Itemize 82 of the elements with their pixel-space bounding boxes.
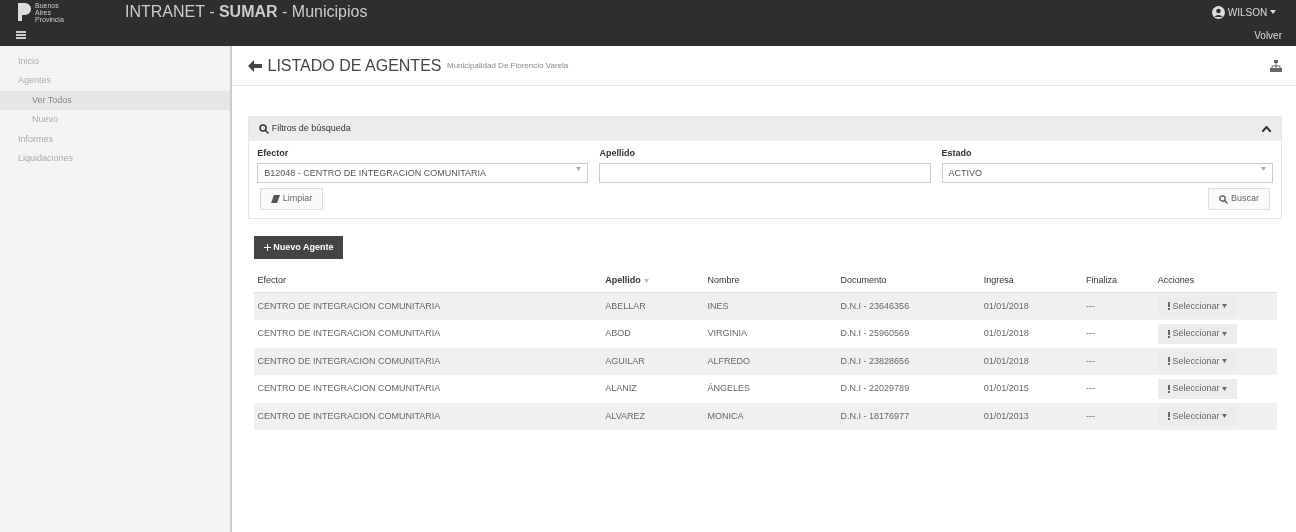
- table-cell: D.N.I - 23828656: [840, 355, 910, 366]
- back-arrow-icon[interactable]: [248, 59, 262, 72]
- kebab-icon: [1167, 302, 1170, 311]
- new-agent-button[interactable]: Nuevo Agente: [253, 235, 344, 259]
- kebab-icon: [1167, 357, 1170, 366]
- plus-icon: [263, 243, 271, 251]
- search-icon: [1219, 194, 1229, 204]
- sort-icon: [643, 278, 649, 283]
- column-header: Nombre: [707, 274, 740, 287]
- caret-icon: [1222, 359, 1228, 364]
- kebab-icon: [1167, 384, 1170, 393]
- table-cell: CENTRO DE INTEGRACION COMUNITARIA: [257, 328, 441, 338]
- field-label: Apellido: [599, 146, 636, 160]
- field-label: Estado: [941, 146, 973, 160]
- table-cell: INES: [707, 300, 729, 311]
- field-label: Efector: [257, 146, 290, 160]
- column-header: Acciones: [1157, 274, 1195, 287]
- table-cell: CENTRO DE INTEGRACION COMUNITARIA: [257, 410, 441, 421]
- table-cell: ---: [1086, 410, 1096, 421]
- search-icon: [259, 124, 269, 134]
- table-cell: ---: [1086, 328, 1096, 338]
- table-cell: 01/01/2018: [983, 355, 1029, 366]
- table-cell: CENTRO DE INTEGRACION COMUNITARIA: [257, 383, 441, 393]
- menu-icon[interactable]: [16, 31, 26, 39]
- logo-icon: [16, 1, 32, 23]
- page-title: LISTADO DE AGENTES: [267, 55, 442, 76]
- column-header: Ingresa: [983, 274, 1014, 287]
- table-cell: 01/01/2013: [983, 410, 1029, 421]
- user-menu[interactable]: WILSON: [1206, 3, 1282, 21]
- table-cell: ---: [1086, 355, 1096, 366]
- select-dropdown-button[interactable]: Seleccionar: [1157, 324, 1238, 344]
- select-field[interactable]: ACTIVO: [941, 162, 1273, 183]
- app-title: INTRANET - SUMAR - Municipios: [125, 2, 368, 22]
- table-cell: 01/01/2015: [983, 383, 1029, 393]
- table-cell: D.N.I - 23646356: [840, 300, 910, 311]
- column-header: Efector: [257, 274, 286, 287]
- table-cell: ABOD: [605, 328, 631, 338]
- table-cell: ALVAREZ: [605, 410, 645, 421]
- table-cell: CENTRO DE INTEGRACION COMUNITARIA: [257, 300, 441, 311]
- table-cell: ALFREDO: [707, 355, 751, 366]
- table-cell: D.N.I - 18176977: [840, 410, 910, 421]
- sitemap-icon: [1270, 59, 1282, 72]
- table-cell: ALANIZ: [605, 383, 637, 393]
- caret-icon: [1270, 10, 1276, 14]
- sidebar-subitem[interactable]: Ver Todos: [0, 90, 230, 110]
- kebab-icon: [1167, 412, 1170, 421]
- input-field[interactable]: [599, 162, 931, 183]
- caret-icon: [1222, 414, 1228, 419]
- filter-header[interactable]: Filtros de búsqueda: [249, 117, 1281, 141]
- table-cell: 01/01/2018: [983, 328, 1029, 338]
- select-dropdown-button[interactable]: Seleccionar: [1157, 379, 1238, 399]
- caret-icon: [1260, 166, 1266, 171]
- clear-button[interactable]: Limpiar: [260, 188, 324, 210]
- column-header: Finaliza: [1086, 274, 1118, 287]
- table-cell: D.N.I - 25960569: [840, 328, 910, 338]
- column-header: Documento: [840, 274, 887, 287]
- table-cell: ---: [1086, 383, 1096, 393]
- caret-icon: [1222, 304, 1228, 309]
- table-cell: D.N.I - 22029789: [840, 383, 910, 393]
- table-cell: ---: [1086, 300, 1096, 311]
- back-link[interactable]: Volver: [1254, 27, 1282, 43]
- page-subtitle: Municipalidad De Florencio Varela: [446, 59, 569, 72]
- select-dropdown-button[interactable]: Seleccionar: [1157, 351, 1238, 371]
- caret-icon: [1222, 386, 1228, 391]
- eraser-icon: [271, 195, 280, 203]
- search-button[interactable]: Buscar: [1208, 188, 1270, 210]
- table-cell: ÁNGELES: [707, 383, 751, 393]
- select-dropdown-button[interactable]: Seleccionar: [1157, 406, 1238, 426]
- table-cell: MONICA: [707, 410, 744, 421]
- caret-icon: [576, 166, 582, 171]
- column-header: Apellido: [605, 274, 649, 288]
- user-icon: [1212, 5, 1226, 19]
- kebab-icon: [1167, 329, 1170, 338]
- table-cell: AGUILAR: [605, 355, 645, 366]
- table-cell: VIRGINIA: [707, 328, 748, 338]
- select-dropdown-button[interactable]: Seleccionar: [1157, 296, 1238, 316]
- table-cell: CENTRO DE INTEGRACION COMUNITARIA: [257, 355, 441, 366]
- select-field[interactable]: B12048 - CENTRO DE INTEGRACION COMUNITARIA: [257, 162, 589, 183]
- table-cell: 01/01/2018: [983, 300, 1029, 311]
- table-cell: ABELLAR: [605, 300, 646, 311]
- caret-icon: [1222, 331, 1228, 336]
- filter-title: Filtros de búsqueda: [271, 122, 351, 136]
